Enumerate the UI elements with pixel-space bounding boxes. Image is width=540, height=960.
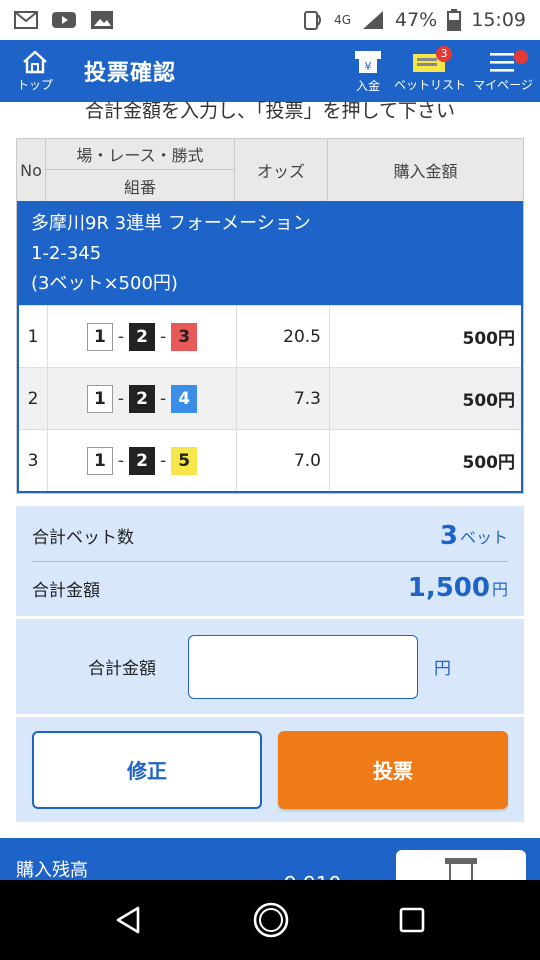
deposit-button[interactable]: ¥ 入金 bbox=[342, 40, 394, 102]
nfc-icon bbox=[304, 11, 322, 30]
header-combo-label: 組番 bbox=[123, 177, 156, 197]
boat-1-box: 1 bbox=[86, 322, 113, 351]
gallery-icon bbox=[91, 11, 113, 29]
boat-5-box: 5 bbox=[171, 446, 198, 475]
home-button[interactable]: トップ bbox=[0, 40, 70, 102]
row-odds: 7.0 bbox=[237, 430, 330, 491]
action-buttons: 修正 投票 bbox=[16, 716, 524, 822]
row-amount: 500円 bbox=[462, 391, 516, 411]
battery-percent: 47% bbox=[395, 9, 438, 31]
balance-label: 購入残高 bbox=[16, 860, 88, 880]
balance-deposit-button[interactable] bbox=[396, 850, 526, 880]
total-unit: 円 bbox=[491, 580, 508, 599]
header-race: 場・レース・勝式 組番 bbox=[46, 139, 235, 201]
betlist-label: ベットリスト bbox=[394, 77, 467, 92]
row-combo: 1- 2- 5 bbox=[48, 430, 237, 491]
app-header: トップ 投票確認 ¥ 入金 3 ベットリスト マイページ bbox=[0, 40, 540, 102]
bet-count-row: 合計ベット数 3 ベット bbox=[32, 510, 508, 562]
row-odds: 20.5 bbox=[237, 306, 330, 367]
clock: 15:09 bbox=[471, 9, 526, 31]
bet-combination: 1-2-345 bbox=[31, 243, 102, 264]
balance-panel: 購入残高 9,910 bbox=[0, 838, 540, 880]
header-amount: 購入金額 bbox=[393, 162, 458, 181]
table-row: 2 1- 2- 4 7.3 500円 bbox=[19, 367, 521, 429]
vote-button[interactable]: 投票 bbox=[278, 730, 508, 809]
bet-table: No 場・レース・勝式 組番 オッズ 購入金額 多摩川9R 3連単 フォーメーシ… bbox=[16, 138, 524, 494]
betlist-badge: 3 bbox=[436, 46, 452, 62]
edit-button[interactable]: 修正 bbox=[32, 730, 262, 809]
status-bar: 4G 47% 15:09 bbox=[0, 0, 540, 40]
boat-4-box: 4 bbox=[171, 384, 198, 413]
home-circle-icon[interactable] bbox=[252, 901, 290, 939]
bet-breakdown: (3ベット×500円) bbox=[31, 273, 178, 294]
network-type: 4G bbox=[334, 13, 351, 27]
boat-1-box: 1 bbox=[86, 446, 113, 475]
amount-input-label: 合計金額 bbox=[88, 659, 156, 679]
boat-3-box: 3 bbox=[171, 322, 198, 351]
deposit-label: 入金 bbox=[355, 78, 380, 93]
home-label: トップ bbox=[16, 77, 53, 92]
table-header: No 場・レース・勝式 組番 オッズ 購入金額 bbox=[17, 139, 523, 201]
header-race-label: 場・レース・勝式 bbox=[46, 139, 234, 170]
betlist-button[interactable]: 3 ベットリスト bbox=[394, 40, 466, 102]
bet-info: 多摩川9R 3連単 フォーメーション 1-2-345 (3ベット×500円) bbox=[19, 203, 521, 305]
row-combo: 1- 2- 3 bbox=[48, 306, 237, 367]
youtube-icon bbox=[52, 12, 76, 28]
atm-icon bbox=[445, 858, 477, 880]
system-nav-bar bbox=[0, 880, 540, 960]
atm-icon: ¥ bbox=[355, 50, 381, 73]
header-no: No bbox=[17, 139, 46, 201]
boat-1-box: 1 bbox=[86, 384, 113, 413]
table-row: 1 1- 2- 3 20.5 500円 bbox=[19, 305, 521, 367]
total-amount-input[interactable] bbox=[188, 634, 418, 699]
notification-dot bbox=[514, 50, 528, 64]
svg-text:¥: ¥ bbox=[365, 60, 372, 73]
summary-panel: 合計ベット数 3 ベット 合計金額 1,500 円 bbox=[16, 506, 524, 616]
row-odds: 7.3 bbox=[237, 368, 330, 429]
total-label: 合計金額 bbox=[32, 580, 100, 601]
balance-amount: 9,910 bbox=[284, 872, 341, 880]
recents-icon[interactable] bbox=[398, 906, 426, 934]
amount-input-row: 合計金額 円 bbox=[16, 618, 524, 714]
menu-icon bbox=[490, 52, 514, 72]
amount-input-unit: 円 bbox=[434, 659, 451, 679]
row-amount: 500円 bbox=[462, 453, 516, 473]
boat-2-box: 2 bbox=[129, 446, 155, 475]
bet-count-label: 合計ベット数 bbox=[32, 528, 134, 548]
mypage-label: マイページ bbox=[473, 77, 533, 92]
boat-2-box: 2 bbox=[129, 322, 155, 351]
row-amount: 500円 bbox=[462, 329, 516, 349]
signal-icon bbox=[363, 11, 383, 29]
bet-count-unit: ベット bbox=[459, 527, 508, 547]
back-icon[interactable] bbox=[114, 905, 144, 935]
bet-block: 多摩川9R 3連単 フォーメーション 1-2-345 (3ベット×500円) 1… bbox=[17, 201, 523, 493]
row-no: 2 bbox=[19, 368, 48, 429]
row-no: 3 bbox=[19, 430, 48, 491]
instruction-text: 合計金額を入力し、「投票」を押して下さい bbox=[85, 100, 455, 122]
home-icon bbox=[23, 49, 47, 73]
table-row: 3 1- 2- 5 7.0 500円 bbox=[19, 429, 521, 491]
header-odds: オッズ bbox=[235, 139, 328, 201]
boat-2-box: 2 bbox=[129, 384, 155, 413]
bet-count-value: 3 bbox=[439, 520, 458, 551]
mypage-button[interactable]: マイページ bbox=[466, 40, 540, 102]
battery-icon bbox=[447, 9, 462, 31]
total-value: 1,500 bbox=[407, 573, 490, 603]
bet-race-type: 多摩川9R 3連単 フォーメーション bbox=[31, 213, 311, 234]
page-title: 投票確認 bbox=[84, 61, 177, 86]
mail-icon bbox=[14, 11, 38, 29]
row-combo: 1- 2- 4 bbox=[48, 368, 237, 429]
total-row: 合計金額 1,500 円 bbox=[32, 562, 508, 614]
row-no: 1 bbox=[19, 306, 48, 367]
